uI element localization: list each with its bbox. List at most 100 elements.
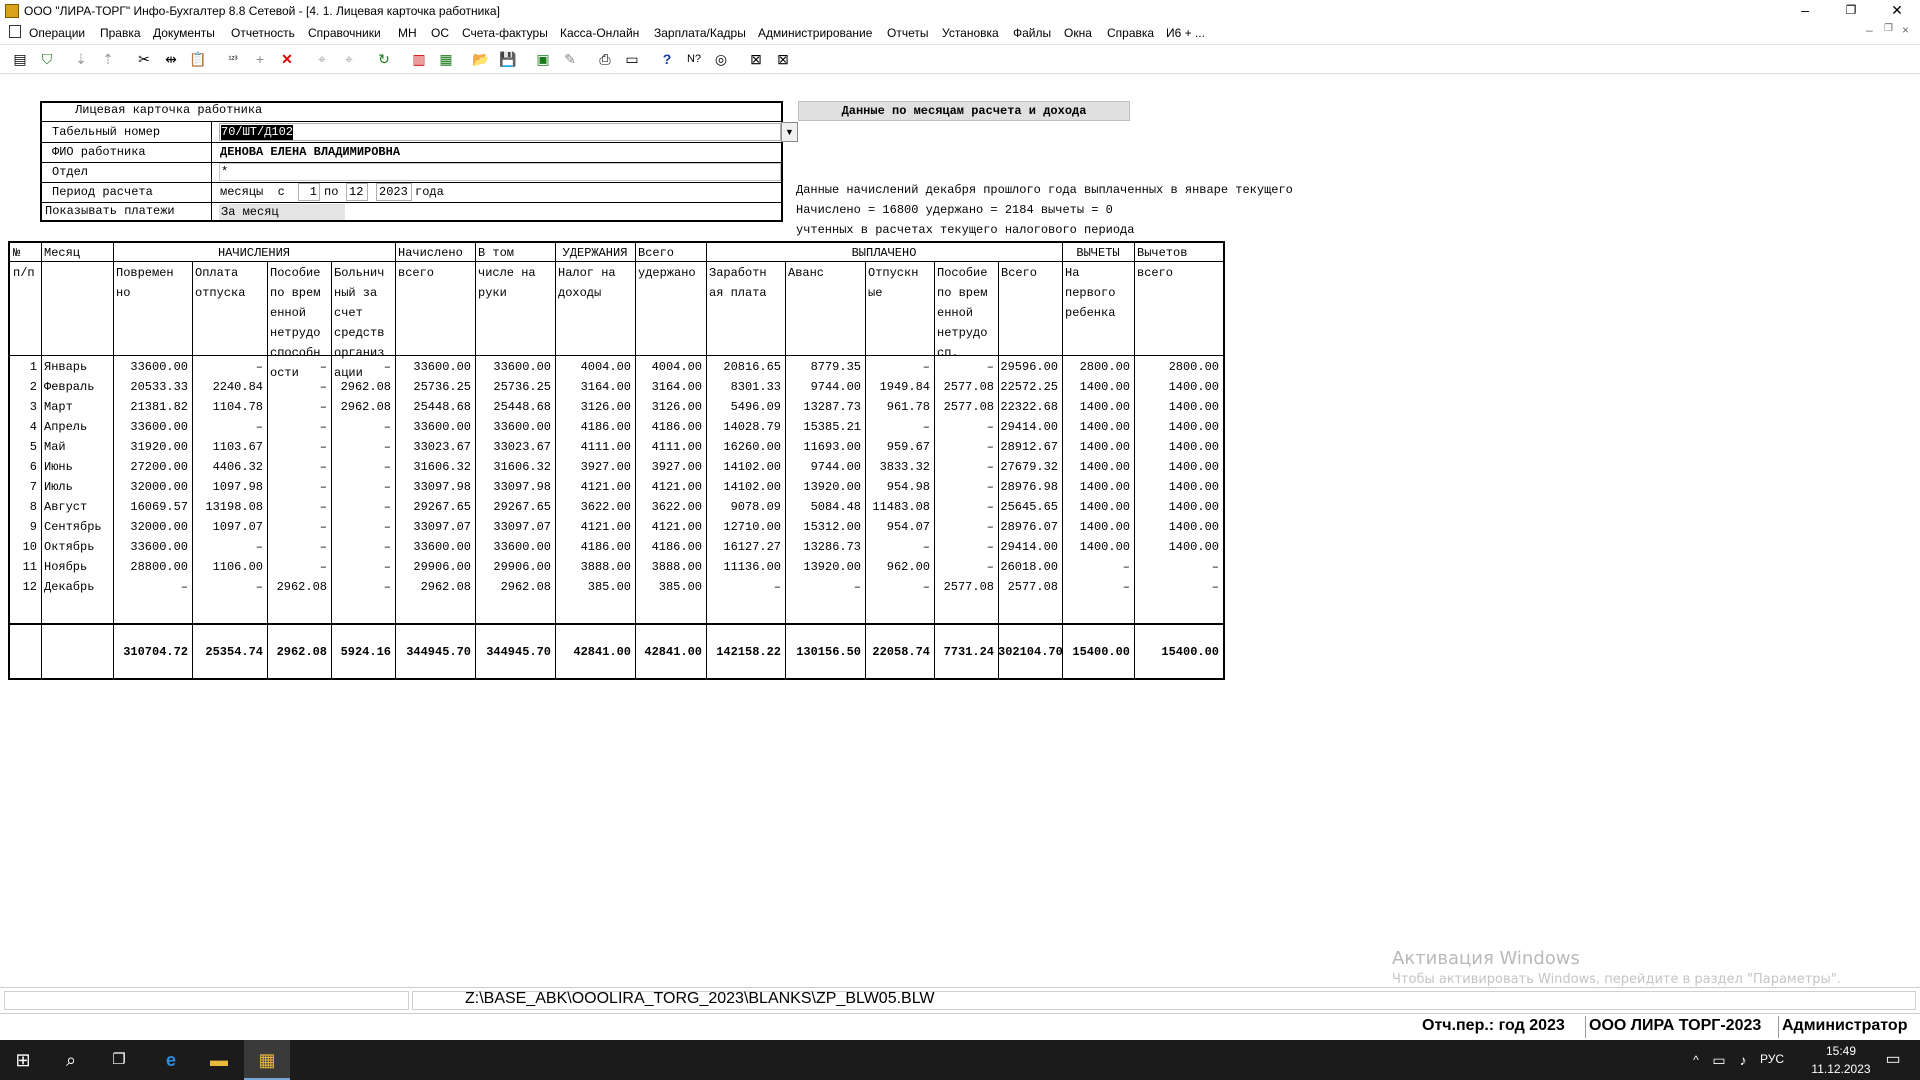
- cell-zarplata[interactable]: 9078.09: [706, 497, 781, 517]
- cell-posob[interactable]: –: [267, 397, 327, 417]
- cell-month[interactable]: Апрель: [44, 417, 87, 437]
- windows-start-icon[interactable]: ⊞: [0, 1040, 46, 1080]
- mark-icon[interactable]: ⌖: [311, 48, 333, 70]
- cell-nalog[interactable]: 4186.00: [555, 537, 631, 557]
- cell-posob[interactable]: –: [267, 477, 327, 497]
- cell-otpusknye[interactable]: 3833.32: [865, 457, 930, 477]
- cell-ud-total[interactable]: 4186.00: [635, 417, 702, 437]
- cell-nach-total[interactable]: 33600.00: [395, 417, 471, 437]
- cell-bolnich[interactable]: –: [331, 557, 391, 577]
- cell-vych-total[interactable]: 1400.00: [1134, 457, 1219, 477]
- cell-bolnich[interactable]: 2962.08: [331, 397, 391, 417]
- cell-vypl-total[interactable]: 28912.67: [998, 437, 1058, 457]
- cell-vych-total[interactable]: 1400.00: [1134, 417, 1219, 437]
- cell-otpusknye[interactable]: –: [865, 357, 930, 377]
- month-data-button[interactable]: Данные по месяцам расчета и дохода: [798, 101, 1130, 121]
- cell-ud-total[interactable]: 4121.00: [635, 477, 702, 497]
- cell-zarplata[interactable]: –: [706, 577, 781, 597]
- cell-na-ruki[interactable]: 31606.32: [475, 457, 551, 477]
- menu-os[interactable]: ОС: [431, 26, 449, 40]
- cell-bolnich[interactable]: –: [331, 497, 391, 517]
- cell-month[interactable]: Август: [44, 497, 87, 517]
- cell-num[interactable]: 8: [10, 497, 37, 517]
- cell-povrem[interactable]: 31920.00: [113, 437, 188, 457]
- cell-month[interactable]: Март: [44, 397, 73, 417]
- cell-vych-child[interactable]: –: [1062, 557, 1130, 577]
- cell-povrem[interactable]: 32000.00: [113, 477, 188, 497]
- cell-nalog[interactable]: 4121.00: [555, 517, 631, 537]
- cell-avans[interactable]: 13286.73: [785, 537, 861, 557]
- cell-otpusknye[interactable]: –: [865, 537, 930, 557]
- cell-bolnich[interactable]: –: [331, 357, 391, 377]
- cell-otpusk[interactable]: 1104.78: [192, 397, 263, 417]
- task-view-icon[interactable]: ❐: [96, 1040, 142, 1080]
- input-language[interactable]: РУС: [1760, 1052, 1784, 1066]
- cell-posob[interactable]: 2962.08: [267, 577, 327, 597]
- cell-nalog[interactable]: 3888.00: [555, 557, 631, 577]
- cell-ud-total[interactable]: 385.00: [635, 577, 702, 597]
- close-button[interactable]: ✕: [1874, 0, 1920, 22]
- menu-files[interactable]: Файлы: [1013, 26, 1051, 40]
- cell-otpusk[interactable]: 1097.07: [192, 517, 263, 537]
- cell-na-ruki[interactable]: 33600.00: [475, 417, 551, 437]
- cell-zarplata[interactable]: 14102.00: [706, 457, 781, 477]
- filter-icon[interactable]: ⛉: [36, 48, 58, 70]
- cell-vypl-total[interactable]: 22322.68: [998, 397, 1058, 417]
- cell-otpusk[interactable]: –: [192, 357, 263, 377]
- cell-na-ruki[interactable]: 33097.98: [475, 477, 551, 497]
- cell-posob-vypl[interactable]: –: [934, 557, 994, 577]
- cell-num[interactable]: 7: [10, 477, 37, 497]
- cell-bolnich[interactable]: –: [331, 517, 391, 537]
- cell-nalog[interactable]: 3164.00: [555, 377, 631, 397]
- table-icon[interactable]: ▦: [435, 48, 457, 70]
- paste-icon[interactable]: 📋: [187, 48, 209, 70]
- cell-ud-total[interactable]: 3126.00: [635, 397, 702, 417]
- cell-posob-vypl[interactable]: 2577.08: [934, 577, 994, 597]
- cell-vypl-total[interactable]: 22572.25: [998, 377, 1058, 397]
- cell-povrem[interactable]: 20533.33: [113, 377, 188, 397]
- cell-na-ruki[interactable]: 33023.67: [475, 437, 551, 457]
- close-all-icon[interactable]: ⊠: [772, 48, 794, 70]
- clock-time[interactable]: 15:49: [1806, 1044, 1876, 1058]
- show-payments-select[interactable]: За месяц: [219, 204, 345, 220]
- cell-povrem[interactable]: 28800.00: [113, 557, 188, 577]
- cell-ud-total[interactable]: 4121.00: [635, 517, 702, 537]
- cell-vypl-total[interactable]: 28976.98: [998, 477, 1058, 497]
- menu-mn[interactable]: МН: [398, 26, 417, 40]
- cell-nalog[interactable]: 4111.00: [555, 437, 631, 457]
- cell-month[interactable]: Сентябрь: [44, 517, 102, 537]
- cell-vych-child[interactable]: 1400.00: [1062, 397, 1130, 417]
- form-icon[interactable]: ▤: [9, 48, 31, 70]
- save-icon[interactable]: 💾: [497, 48, 519, 70]
- cell-nalog[interactable]: 3622.00: [555, 497, 631, 517]
- cell-nach-total[interactable]: 33023.67: [395, 437, 471, 457]
- cell-otpusknye[interactable]: 1949.84: [865, 377, 930, 397]
- cell-otpusk[interactable]: 13198.08: [192, 497, 263, 517]
- menu-operations[interactable]: Операции: [29, 26, 85, 40]
- cell-zarplata[interactable]: 5496.09: [706, 397, 781, 417]
- cell-nalog[interactable]: 4121.00: [555, 477, 631, 497]
- cell-nach-total[interactable]: 33097.98: [395, 477, 471, 497]
- cell-na-ruki[interactable]: 33600.00: [475, 357, 551, 377]
- cell-num[interactable]: 5: [10, 437, 37, 457]
- cell-vych-total[interactable]: 1400.00: [1134, 537, 1219, 557]
- cell-bolnich[interactable]: 2962.08: [331, 377, 391, 397]
- cell-avans[interactable]: 15312.00: [785, 517, 861, 537]
- cell-ud-total[interactable]: 3888.00: [635, 557, 702, 577]
- cell-ud-total[interactable]: 4186.00: [635, 537, 702, 557]
- cell-na-ruki[interactable]: 29906.00: [475, 557, 551, 577]
- cell-bolnich[interactable]: –: [331, 577, 391, 597]
- cell-nach-total[interactable]: 2962.08: [395, 577, 471, 597]
- cell-posob-vypl[interactable]: 2577.08: [934, 377, 994, 397]
- cell-nach-total[interactable]: 29267.65: [395, 497, 471, 517]
- cell-posob[interactable]: –: [267, 497, 327, 517]
- cell-bolnich[interactable]: –: [331, 417, 391, 437]
- cell-ud-total[interactable]: 3622.00: [635, 497, 702, 517]
- refresh-icon[interactable]: ↻: [373, 48, 395, 70]
- cell-posob[interactable]: –: [267, 537, 327, 557]
- cell-vych-child[interactable]: 1400.00: [1062, 497, 1130, 517]
- tray-chevron-icon[interactable]: ^: [1686, 1040, 1706, 1080]
- cell-posob[interactable]: –: [267, 377, 327, 397]
- word-icon[interactable]: ✎: [559, 48, 581, 70]
- cell-povrem[interactable]: 33600.00: [113, 417, 188, 437]
